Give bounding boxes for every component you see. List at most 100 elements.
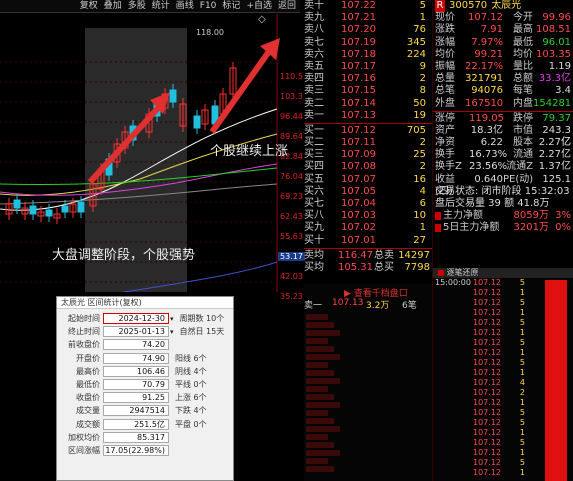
- ask-row: 卖三 107.15 8: [304, 85, 432, 97]
- info-key: 收益(四): [435, 173, 455, 197]
- book-separator: [304, 247, 432, 249]
- book-volume: 19: [413, 109, 426, 121]
- dialog-value[interactable]: 2024-12-30: [103, 313, 169, 325]
- tick-vol: 5: [519, 408, 525, 417]
- toolbar-item-8[interactable]: 返回: [276, 0, 298, 12]
- dialog-label: 最高价: [76, 366, 100, 376]
- bid-row: 买一 107.12 705: [304, 125, 432, 137]
- tick-vol: 1: [519, 428, 525, 437]
- info-row: 涨幅 7.97% 最低 96.01: [433, 37, 573, 49]
- price-tick: 62.43: [280, 212, 303, 221]
- dialog-label: 收盘价: [76, 393, 100, 403]
- book-level: 卖七: [304, 36, 324, 48]
- info-value: 7.97%: [471, 36, 503, 48]
- ask-row: 卖七 107.19 345: [304, 37, 432, 49]
- tick-price: 107.12: [473, 388, 501, 397]
- book-price: 107.12: [341, 124, 376, 136]
- tick-price: 107.12: [473, 348, 501, 357]
- candle: [29, 205, 37, 215]
- book-volume: 6: [419, 198, 426, 209]
- book-volume: 1: [419, 12, 426, 24]
- flag: R: [435, 0, 445, 13]
- range-stats-dialog[interactable]: 太辰光 区间统计(复权) 起始时间 2024-12-30 ▾ 周期数 10个 终止时间 2…: [56, 296, 234, 481]
- bid-row: 买九 107.02 1: [304, 222, 432, 234]
- queue-bar: [306, 386, 328, 392]
- stock-name: 太辰光: [491, 0, 522, 11]
- book-avg-row: 买均 105.31 总买 7798: [304, 262, 432, 274]
- dialog-value[interactable]: 2025-01-13: [103, 326, 169, 338]
- tick-vol: 5: [519, 438, 525, 447]
- dialog-value: 85.317: [103, 431, 169, 443]
- tick-vol: 5: [519, 278, 525, 287]
- book-volume: 5: [419, 0, 426, 11]
- bid-row: 买三 107.09 25: [304, 149, 432, 161]
- stock-header: R 300570 太辰光: [433, 0, 573, 13]
- tick-time: [435, 348, 473, 358]
- candle: [193, 115, 201, 129]
- book-volume: 2: [419, 73, 426, 85]
- book-price: 107.16: [341, 73, 376, 85]
- dialog-rows: 起始时间 2024-12-30 ▾ 周期数 10个 终止时间 2025-01-13 ▾ 自然日…: [57, 309, 233, 457]
- ticks-title: 逐笔还原: [446, 268, 479, 277]
- dialog-label: 终止时间: [68, 327, 100, 337]
- dialog-row: 开盘价 74.90 阳线 6个: [57, 352, 233, 365]
- book-volume: 50: [413, 97, 426, 109]
- info-value: 96.01: [542, 36, 571, 48]
- toolbar-item-6[interactable]: 标记: [220, 0, 242, 12]
- price-tick: 69.23: [280, 192, 303, 201]
- book-volume: 2: [419, 137, 426, 149]
- tick-time: [435, 318, 473, 328]
- settings-icon[interactable]: ◇: [258, 14, 266, 25]
- toolbar-item-3[interactable]: 统计: [150, 0, 172, 12]
- tick-time: [435, 388, 473, 398]
- toolbar-item-2[interactable]: 多股: [126, 0, 148, 12]
- toolbar-item-0[interactable]: 复权: [78, 0, 100, 12]
- book-volume: 1: [419, 222, 426, 234]
- dialog-right-label: 自然日 15天: [179, 327, 225, 337]
- book-level: 买一: [304, 124, 324, 136]
- book-level: 卖二: [304, 97, 324, 109]
- book-price: 107.07: [341, 173, 376, 185]
- dialog-title: 太辰光 区间统计(复权): [57, 297, 233, 309]
- trade-status: 交易状态: 闭市阶段 15:32:03: [435, 185, 570, 197]
- dialog-value: 17.05(22.98%): [103, 444, 169, 456]
- dialog-label: 区间涨幅: [68, 445, 100, 455]
- after-hours: 盘后交易量 39 额 41.8万: [435, 198, 550, 209]
- tick-vol: 5: [519, 338, 525, 347]
- price-tick: 76.04: [280, 172, 303, 181]
- ask-row: 卖一 107.13 19: [304, 110, 432, 122]
- dialog-row: 成交量 2947514 下跌 4个: [57, 404, 233, 417]
- info-key: 总笔: [435, 85, 455, 97]
- book-price: 107.04: [341, 198, 376, 209]
- info-key: 换手: [435, 149, 455, 161]
- toolbar-item-7[interactable]: +自选: [244, 0, 274, 12]
- dialog-value: 106.46: [103, 365, 169, 377]
- book-separator: [304, 122, 432, 124]
- toolbar-item-5[interactable]: F10: [198, 0, 219, 12]
- bid-row: 买二 107.11 2: [304, 137, 432, 149]
- tick-vol: 2: [519, 388, 525, 397]
- ticks-icon: ■: [437, 268, 445, 277]
- ask-row: 卖十 107.22 5: [304, 0, 432, 12]
- ticks-header[interactable]: ■ 逐笔还原: [433, 268, 573, 278]
- info-key: PE(动): [503, 173, 534, 185]
- info-row: 净资 6.22 股本 2.27亿: [433, 137, 573, 149]
- dialog-row: 区间涨幅 17.05(22.98%): [57, 444, 233, 457]
- info-value: 7.91: [480, 24, 503, 36]
- queue-bar: [306, 370, 334, 376]
- stock-code: 300570: [449, 0, 488, 11]
- toolbar-item-1[interactable]: 叠加: [102, 0, 124, 12]
- info-key: 净资: [435, 137, 455, 149]
- book-level: 买三: [304, 149, 324, 161]
- info-key: 现价: [435, 12, 455, 24]
- book-price: 107.01: [341, 234, 376, 246]
- tick-price: 107.12: [473, 398, 501, 407]
- flow-row: 主力净额 8059万 3%: [433, 210, 573, 222]
- info-row: 换手 16.73% 流通 2.27亿: [433, 149, 573, 161]
- info-key: 总额: [513, 73, 533, 85]
- sell-queue-panel: ▶ 查看千档盘口 卖一 107.13 3.2万 6笔: [304, 284, 432, 481]
- tick-price: 107.12: [473, 278, 501, 287]
- tick-time: [435, 448, 473, 458]
- queue-bar: [306, 322, 334, 328]
- toolbar-item-4[interactable]: 画线: [174, 0, 196, 12]
